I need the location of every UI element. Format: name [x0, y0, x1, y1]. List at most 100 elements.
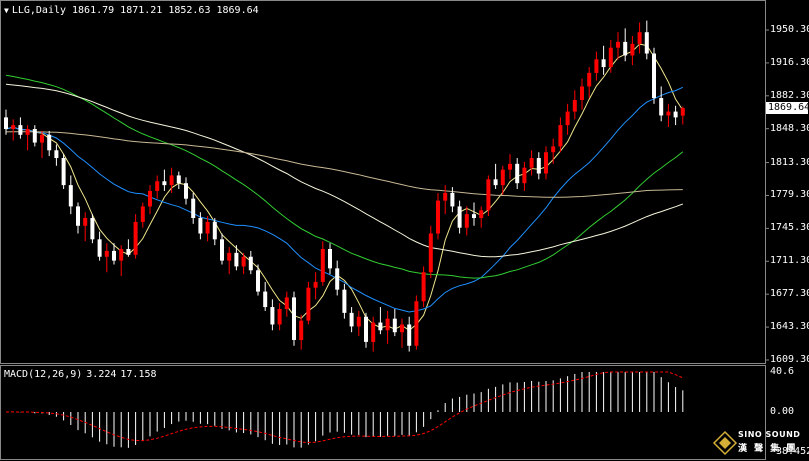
candle-bear	[220, 239, 224, 261]
candle-bear	[623, 41, 628, 56]
candle-bull	[299, 320, 304, 340]
candle-bull	[544, 152, 548, 174]
ma-white-line	[5, 83, 683, 258]
chart-window[interactable]: ▼ LLG,Daily 1861.79 1871.21 1852.63 1869.64 M…	[0, 0, 809, 461]
price-tick-label: 1609.30	[770, 354, 809, 365]
logo-text-cn: 漢 聲 集 團	[738, 444, 798, 454]
candle-bear	[493, 179, 498, 186]
price-tick-label: 1643.30	[770, 321, 809, 333]
candle-bull	[529, 158, 534, 168]
candle-bull	[558, 125, 563, 147]
candle-bear	[97, 239, 102, 257]
candle-bear	[54, 150, 59, 159]
price-tick-label: 1779.30	[770, 189, 809, 201]
current-price-label: 1869.64	[766, 102, 809, 114]
candle-bear	[112, 250, 116, 261]
candle-bull	[227, 252, 232, 261]
candle-bull	[148, 190, 152, 207]
candle-bear	[198, 218, 203, 234]
candle-bull	[551, 146, 556, 153]
symbol-label: LLG,Daily	[11, 5, 67, 16]
price-chart[interactable]	[0, 0, 809, 461]
open-value: 1861.79	[72, 5, 115, 16]
ma-green-line	[5, 74, 684, 279]
candles	[4, 20, 685, 352]
candle-bull	[414, 301, 419, 346]
candle-bear	[76, 206, 80, 226]
candle-bull	[580, 86, 584, 100]
candle-bear	[162, 181, 167, 186]
candle-bull	[594, 59, 599, 73]
candle-bull	[421, 272, 426, 302]
candle-bull	[522, 167, 527, 184]
candle-bull	[565, 111, 570, 126]
macd-tick-label: 0.00	[770, 406, 795, 417]
candle-bull	[83, 218, 88, 226]
candle-bull	[428, 233, 433, 273]
low-value: 1852.63	[168, 5, 211, 16]
ma-blue-line	[5, 86, 684, 313]
candle-bull	[11, 125, 16, 129]
candle-bull	[572, 99, 577, 112]
candle-bull	[464, 214, 469, 228]
candle-bear	[256, 270, 260, 292]
candle-bear	[126, 249, 131, 255]
macd-name: MACD(12,26,9)	[4, 369, 83, 380]
candle-bear	[61, 158, 66, 186]
candle-bull	[104, 250, 109, 257]
macd-histogram	[5, 371, 684, 448]
symbol-header: ▼ LLG,Daily 1861.79 1871.21 1852.63 1869.64	[4, 5, 265, 16]
candle-bear	[90, 218, 95, 240]
candle-bull	[385, 318, 390, 331]
candle-bull	[666, 111, 671, 116]
candle-bear	[176, 175, 181, 184]
candle-bull	[140, 206, 145, 222]
candle-bull	[486, 179, 491, 211]
candle-bear	[349, 312, 354, 327]
candle-bear	[450, 192, 455, 207]
price-tick-label: 1916.30	[770, 56, 809, 68]
candle-bear	[292, 297, 296, 340]
candle-bull	[169, 175, 174, 186]
candle-bull	[284, 297, 289, 309]
candle-bull	[320, 249, 325, 282]
candle-bull	[356, 316, 361, 327]
candle-bull	[119, 249, 124, 261]
macd-signal-value: 17.158	[120, 369, 157, 380]
macd-tick-label: 40.6	[770, 366, 795, 377]
candle-bull	[630, 43, 635, 56]
price-tick-label: 1677.30	[770, 288, 809, 300]
price-tick-label: 1882.30	[770, 89, 809, 101]
price-tick-label: 1813.30	[770, 156, 809, 168]
candle-bear	[184, 183, 188, 199]
candle-bear	[191, 198, 196, 219]
close-value: 1869.64	[216, 5, 259, 16]
candle-bull	[443, 192, 448, 201]
price-tick-label: 1745.30	[770, 222, 809, 234]
candle-bull	[306, 287, 311, 321]
candle-bull	[616, 41, 620, 48]
candle-bear	[659, 98, 664, 116]
candle-bull	[25, 129, 30, 135]
candle-bull	[241, 256, 246, 267]
candle-bear	[263, 291, 268, 308]
candle-bear	[248, 256, 253, 271]
macd-header: MACD(12,26,9) 3.224 17.158	[4, 369, 161, 380]
ma-tan-line	[5, 131, 683, 198]
candle-bull	[479, 210, 484, 219]
candle-bull	[205, 221, 210, 234]
candle-bull	[133, 221, 138, 255]
candle-bear	[212, 221, 217, 240]
candle-bear	[18, 125, 23, 135]
dropdown-triangle-icon[interactable]: ▼	[4, 6, 9, 15]
candle-bear	[47, 134, 52, 151]
candle-bear	[536, 158, 541, 174]
price-tick-label: 1950.30	[770, 24, 809, 35]
main-pane-frame	[0, 0, 766, 364]
candle-bear	[270, 307, 275, 325]
candle-bear	[472, 214, 476, 219]
candle-bear	[515, 163, 520, 184]
price-tick-label: 1848.30	[770, 122, 809, 134]
candle-bear	[32, 129, 37, 143]
candle-bear	[644, 32, 649, 54]
